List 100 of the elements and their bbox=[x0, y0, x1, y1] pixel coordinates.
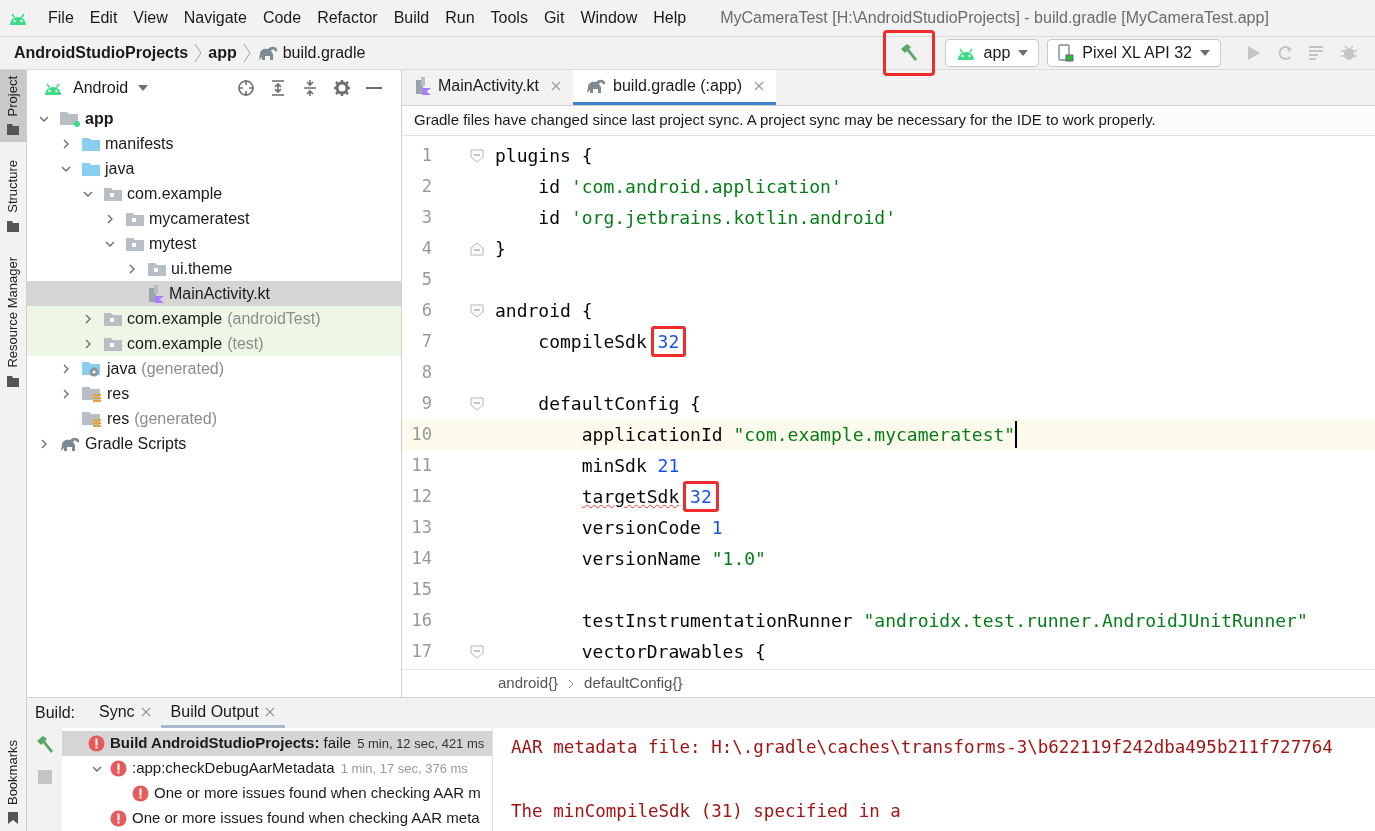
panel-label: Build: bbox=[35, 703, 76, 723]
settings-icon bbox=[333, 79, 351, 97]
tree-item[interactable]: mycameratest bbox=[27, 206, 401, 231]
menu-item[interactable]: Edit bbox=[81, 6, 126, 30]
tree-item[interactable]: java (generated) bbox=[27, 356, 401, 381]
folder-icon bbox=[6, 373, 20, 388]
tool-window-tab[interactable]: Resource Manager bbox=[0, 251, 26, 394]
console-text: AAR metadata file: H:\.gradle\caches\transforms-3\b622119f242dba495b211f727764 bbox=[511, 735, 1333, 759]
tree-item[interactable]: com.example bbox=[27, 181, 401, 206]
panel-tab[interactable]: Sync bbox=[89, 698, 161, 728]
tree-item[interactable]: com.example (androidTest) bbox=[27, 306, 401, 331]
elephant-icon bbox=[59, 435, 81, 452]
tree-item[interactable]: com.example (test) bbox=[27, 331, 401, 356]
tree-item[interactable]: res (generated) bbox=[27, 406, 401, 431]
error-icon bbox=[88, 735, 105, 752]
error-icon bbox=[132, 785, 149, 802]
elephant-icon bbox=[585, 78, 608, 94]
separator-icon bbox=[241, 43, 252, 63]
tree-item[interactable]: One or more issues found when checking AAR m bbox=[62, 781, 492, 806]
tree-item[interactable]: manifests bbox=[27, 131, 401, 156]
fold-icon bbox=[469, 303, 484, 318]
kotlin-file-icon bbox=[414, 76, 432, 96]
tool-window-tab[interactable]: Structure bbox=[0, 154, 26, 240]
menu-item[interactable]: Help bbox=[645, 6, 695, 30]
device-icon bbox=[1058, 44, 1075, 62]
code-line: versionName "1.0" bbox=[580, 547, 766, 571]
tree-item[interactable]: MainActivity.kt bbox=[27, 281, 401, 306]
menu-item[interactable]: Window bbox=[572, 6, 646, 30]
fold-icon bbox=[469, 396, 484, 411]
package-icon bbox=[103, 310, 123, 327]
tree-item[interactable]: mytest bbox=[27, 231, 401, 256]
breadcrumb-item[interactable]: app bbox=[208, 41, 237, 65]
menu-item[interactable]: View bbox=[125, 6, 176, 30]
breadcrumb-item[interactable]: defaultConfig{} bbox=[584, 672, 683, 695]
menu-item[interactable]: Refactor bbox=[309, 6, 386, 30]
breadcrumb-item[interactable]: build.gradle bbox=[282, 41, 366, 65]
line-number: 17 bbox=[410, 639, 432, 663]
elephant-icon bbox=[256, 45, 279, 61]
tree-item[interactable]: Build AndroidStudioProjects: faile 5 min, 12 sec, 421 ms bbox=[62, 731, 492, 756]
line-number: 13 bbox=[410, 515, 432, 539]
package-icon bbox=[125, 235, 145, 252]
menu-item[interactable]: File bbox=[40, 6, 82, 30]
code-line: targetSdk 32 bbox=[495, 481, 719, 512]
android-icon bbox=[43, 81, 63, 95]
breadcrumb-item[interactable]: AndroidStudioProjects bbox=[14, 41, 189, 65]
panel-button[interactable] bbox=[331, 79, 353, 97]
line-number: 3 bbox=[420, 205, 432, 229]
line-number: 7 bbox=[420, 329, 432, 353]
close-icon bbox=[551, 81, 562, 91]
tree-item[interactable]: Gradle Scripts bbox=[27, 431, 401, 456]
menu-item[interactable]: Code bbox=[254, 6, 310, 30]
caret-icon bbox=[1200, 50, 1210, 56]
run-config-dropdown[interactable]: app bbox=[944, 39, 1040, 67]
error-icon bbox=[110, 760, 127, 777]
editor-tab[interactable]: build.gradle (:app) bbox=[573, 70, 777, 105]
menu-item[interactable]: Tools bbox=[482, 6, 536, 30]
menu-item[interactable]: Build bbox=[385, 6, 438, 30]
code-line: testInstrumentationRunner "androidx.test.runner.AndroidJUnitRunner" bbox=[580, 609, 1308, 633]
generated-folder-icon bbox=[81, 360, 103, 377]
close-icon bbox=[140, 706, 151, 717]
separator-icon bbox=[193, 43, 204, 63]
separator-icon bbox=[568, 678, 575, 689]
line-number: 9 bbox=[420, 391, 432, 415]
code-line: id 'org.jetbrains.kotlin.android' bbox=[537, 206, 896, 230]
android-icon bbox=[955, 46, 976, 60]
android-icon bbox=[8, 11, 28, 25]
breadcrumb-item[interactable]: android{} bbox=[498, 672, 559, 695]
device-dropdown[interactable]: Pixel XL API 32 bbox=[1047, 39, 1221, 67]
tree-item[interactable]: res bbox=[27, 381, 401, 406]
tree-item[interactable]: java bbox=[27, 156, 401, 181]
line-number: 16 bbox=[410, 608, 432, 632]
kotlin-file-icon bbox=[147, 283, 165, 304]
collapse-all-icon bbox=[301, 79, 319, 97]
tree-item[interactable]: ui.theme bbox=[27, 256, 401, 281]
tool-window-tab[interactable]: Bookmarks bbox=[0, 733, 26, 831]
tree-item[interactable]: One or more issues found when checking AAR meta bbox=[62, 806, 492, 831]
fold-icon bbox=[469, 241, 484, 256]
tree-item[interactable]: app bbox=[27, 106, 401, 131]
code-line: vectorDrawables { bbox=[580, 640, 766, 664]
line-number: 12 bbox=[410, 484, 432, 508]
line-number: 15 bbox=[410, 577, 432, 601]
view-dropdown[interactable]: Android bbox=[43, 76, 149, 100]
editor-tab[interactable]: MainActivity.kt bbox=[402, 70, 574, 105]
menu-item[interactable]: Navigate bbox=[175, 6, 255, 30]
panel-button[interactable] bbox=[235, 79, 257, 97]
folder-icon bbox=[81, 135, 101, 152]
code-line: } bbox=[495, 237, 506, 261]
fold-icon bbox=[469, 644, 484, 659]
folder-icon bbox=[6, 219, 20, 234]
folder-icon bbox=[6, 122, 20, 137]
tool-window-tab[interactable]: Project bbox=[0, 70, 26, 143]
menu-item[interactable]: Run bbox=[437, 6, 483, 30]
stop-icon bbox=[37, 770, 52, 784]
close-icon bbox=[754, 81, 765, 91]
line-number: 1 bbox=[420, 143, 432, 167]
build-button[interactable] bbox=[882, 30, 935, 76]
tree-item[interactable]: :app:checkDebugAarMetadata 1 min, 17 sec, 376 ms bbox=[62, 756, 492, 781]
menu-item[interactable]: Git bbox=[535, 6, 573, 30]
resource-folder-icon bbox=[81, 409, 103, 428]
locate-icon bbox=[237, 79, 255, 97]
